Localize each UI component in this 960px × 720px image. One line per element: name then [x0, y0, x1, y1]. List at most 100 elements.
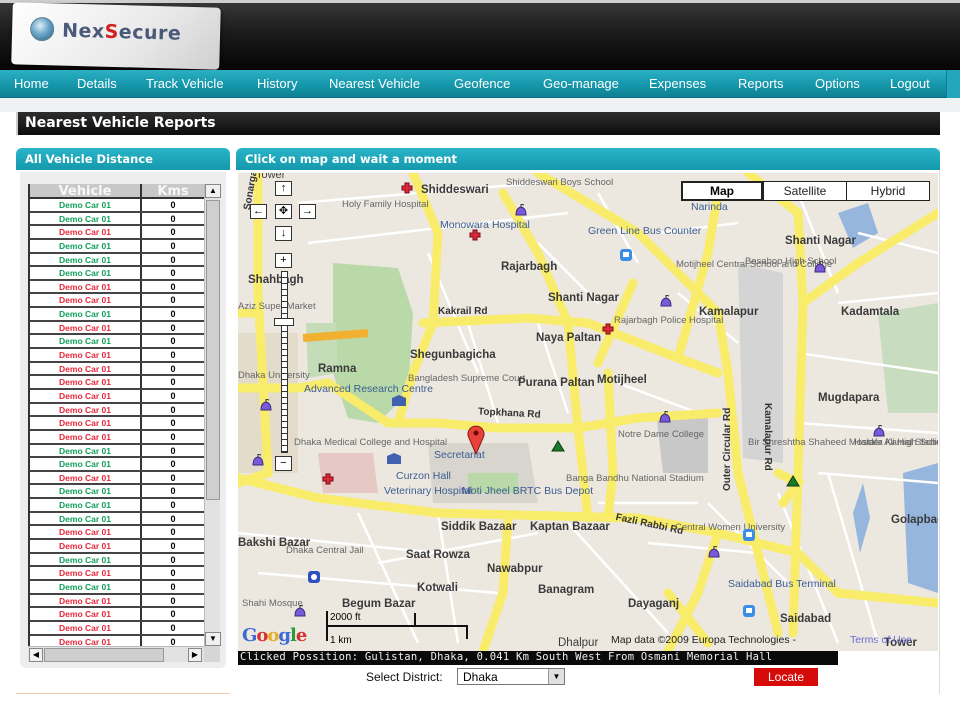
vehicle-name-cell[interactable]: Demo Car 01	[30, 471, 142, 484]
map-type-hybrid[interactable]: Hybrid	[846, 181, 930, 201]
vehicle-row[interactable]: Demo Car 01 0	[30, 499, 204, 513]
pan-up-button[interactable]: ↑	[275, 181, 292, 196]
district-select[interactable]: Dhaka ▼	[457, 668, 565, 685]
vehicle-row[interactable]: Demo Car 01 0	[30, 321, 204, 336]
mosque-icon[interactable]	[515, 204, 527, 216]
bus-icon[interactable]	[742, 528, 756, 542]
vehicle-row[interactable]: Demo Car 01 0	[30, 621, 204, 636]
vehicle-row[interactable]: Demo Car 01 0	[30, 526, 204, 541]
hospital-icon[interactable]	[322, 473, 334, 485]
vehicle-name-cell[interactable]: Demo Car 01	[30, 389, 142, 402]
vehicle-row[interactable]: Demo Car 01 0	[30, 239, 204, 254]
vehicle-name-cell[interactable]: Demo Car 01	[30, 458, 142, 470]
vehicle-row[interactable]: Demo Car 01 0	[30, 267, 204, 281]
vehicle-row[interactable]: Demo Car 01 0	[30, 226, 204, 240]
map-type-map[interactable]: Map	[681, 181, 763, 201]
vehicle-name-cell[interactable]: Demo Car 01	[30, 430, 142, 443]
mosque-icon[interactable]	[814, 261, 826, 273]
vehicle-name-cell[interactable]: Demo Car 01	[30, 376, 142, 388]
stadium-icon[interactable]	[786, 475, 800, 487]
vehicle-row[interactable]: Demo Car 01 0	[30, 349, 204, 363]
vehicle-name-cell[interactable]: Demo Car 01	[30, 403, 142, 416]
vehicle-row[interactable]: Demo Car 01 0	[30, 458, 204, 472]
vehicle-row[interactable]: Demo Car 01 0	[30, 389, 204, 404]
chevron-down-icon[interactable]: ▼	[548, 669, 564, 684]
nav-expenses[interactable]: Expenses	[649, 76, 706, 91]
horizontal-scrollbar[interactable]: ◀ ▶	[28, 646, 204, 662]
pan-center-button[interactable]: ✥	[275, 204, 292, 219]
logo[interactable]: NexSecure	[11, 2, 221, 70]
zoom-out-button[interactable]: −	[275, 456, 292, 471]
mosque-icon[interactable]	[873, 425, 885, 437]
vehicle-name-cell[interactable]: Demo Car 01	[30, 212, 142, 225]
location-pin-icon[interactable]	[467, 425, 485, 455]
nav-options[interactable]: Options	[815, 76, 860, 91]
vehicle-row[interactable]: Demo Car 01 0	[30, 376, 204, 390]
nav-geofence[interactable]: Geofence	[454, 76, 510, 91]
jail-icon[interactable]	[307, 570, 321, 584]
vehicle-row[interactable]: Demo Car 01 0	[30, 594, 204, 609]
vehicle-row[interactable]: Demo Car 01 0	[30, 608, 204, 622]
vehicle-name-cell[interactable]: Demo Car 01	[30, 349, 142, 361]
vehicle-row[interactable]: Demo Car 01 0	[30, 417, 204, 431]
mosque-icon[interactable]	[659, 411, 671, 423]
government-building-icon[interactable]	[391, 395, 407, 407]
vehicle-row[interactable]: Demo Car 01 0	[30, 362, 204, 377]
vertical-scroll-thumb[interactable]	[206, 200, 220, 500]
vehicle-row[interactable]: Demo Car 01 0	[30, 212, 204, 227]
vehicle-name-cell[interactable]: Demo Car 01	[30, 253, 142, 266]
vertical-scrollbar[interactable]: ▲ ▼	[204, 184, 221, 646]
stadium-icon[interactable]	[551, 440, 565, 452]
terms-of-use-link[interactable]: Terms of Use	[850, 634, 912, 646]
vehicle-name-cell[interactable]: Demo Car 01	[30, 417, 142, 429]
nav-geo-manage[interactable]: Geo-manage	[543, 76, 619, 91]
vehicle-row[interactable]: Demo Car 01 0	[30, 444, 204, 459]
mosque-icon[interactable]	[708, 546, 720, 558]
nav-reports[interactable]: Reports	[738, 76, 784, 91]
vehicle-name-cell[interactable]: Demo Car 01	[30, 594, 142, 607]
vehicle-row[interactable]: Demo Car 01 0	[30, 280, 204, 295]
vehicle-row[interactable]: Demo Car 01 0	[30, 553, 204, 568]
map-type-satellite[interactable]: Satellite	[763, 181, 847, 201]
vehicle-row[interactable]: Demo Car 01 0	[30, 294, 204, 309]
scroll-down-arrow-icon[interactable]: ▼	[205, 632, 221, 646]
mosque-icon[interactable]	[252, 454, 264, 466]
vehicle-name-cell[interactable]: Demo Car 01	[30, 226, 142, 238]
vehicle-name-cell[interactable]: Demo Car 01	[30, 335, 142, 348]
vehicle-row[interactable]: Demo Car 01 0	[30, 308, 204, 322]
vehicle-row[interactable]: Demo Car 01 0	[30, 567, 204, 581]
vehicle-name-cell[interactable]: Demo Car 01	[30, 526, 142, 539]
vehicle-name-cell[interactable]: Demo Car 01	[30, 580, 142, 593]
vehicle-row[interactable]: Demo Car 01 0	[30, 403, 204, 418]
google-logo[interactable]: Google	[242, 625, 307, 646]
pan-left-button[interactable]: ←	[250, 204, 267, 219]
vehicle-name-cell[interactable]: Demo Car 01	[30, 499, 142, 511]
scroll-up-arrow-icon[interactable]: ▲	[205, 184, 221, 198]
zoom-slider-thumb[interactable]	[274, 318, 294, 326]
bus-icon[interactable]	[619, 248, 633, 262]
vehicle-name-cell[interactable]: Demo Car 01	[30, 199, 142, 211]
zoom-slider-track[interactable]	[281, 271, 288, 453]
vehicle-name-cell[interactable]: Demo Car 01	[30, 321, 142, 334]
vehicle-name-cell[interactable]: Demo Car 01	[30, 444, 142, 457]
vehicle-name-cell[interactable]: Demo Car 01	[30, 567, 142, 579]
vehicle-row[interactable]: Demo Car 01 0	[30, 335, 204, 350]
nav-track-vehicle[interactable]: Track Vehicle	[146, 76, 224, 91]
nav-history[interactable]: History	[257, 76, 297, 91]
mosque-icon[interactable]	[294, 605, 306, 617]
vehicle-name-cell[interactable]: Demo Car 01	[30, 621, 142, 634]
bus-icon[interactable]	[742, 604, 756, 618]
vehicle-name-cell[interactable]: Demo Car 01	[30, 362, 142, 375]
scroll-left-arrow-icon[interactable]: ◀	[29, 648, 43, 662]
vehicle-row[interactable]: Demo Car 01 0	[30, 199, 204, 213]
hospital-icon[interactable]	[469, 229, 481, 241]
mosque-icon[interactable]	[660, 295, 672, 307]
column-header-vehicle[interactable]: Vehicle	[30, 184, 142, 199]
zoom-in-button[interactable]: +	[275, 253, 292, 268]
vehicle-name-cell[interactable]: Demo Car 01	[30, 512, 142, 525]
vehicle-name-cell[interactable]: Demo Car 01	[30, 540, 142, 552]
vehicle-row[interactable]: Demo Car 01 0	[30, 471, 204, 486]
government-building-icon[interactable]	[386, 453, 402, 465]
nav-home[interactable]: Home	[14, 76, 49, 91]
map-canvas[interactable]: Tower Sonargaon Rd Shiddeswari Holy Fami…	[238, 173, 938, 651]
